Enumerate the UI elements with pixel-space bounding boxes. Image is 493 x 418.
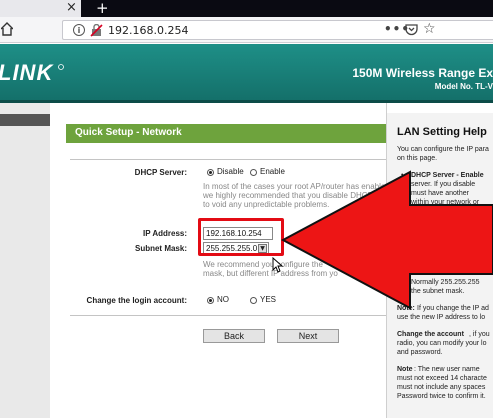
dhcp-enable-radio[interactable] [250, 169, 257, 176]
help-text: must not exceed 14 characte [397, 375, 487, 382]
dhcp-enable-label: Enable [260, 167, 285, 176]
divider [70, 159, 386, 160]
dhcp-hint-line: In most of the cases your root AP/router… [203, 182, 390, 191]
help-panel: LAN Setting Help You can configure the I… [386, 103, 493, 418]
help-text: configure the IP a [411, 208, 466, 215]
help-text: Change the account [397, 331, 464, 338]
next-button[interactable]: Next [277, 329, 339, 343]
left-menu [0, 103, 50, 418]
help-text: within your network or [411, 199, 480, 206]
mask-hint-line: We recommend you configure the [203, 260, 323, 269]
help-bullet: • [401, 172, 404, 179]
tab-strip: × + [0, 0, 493, 17]
help-text: Password twice to confirm it. [397, 393, 486, 400]
browser-tab[interactable]: × [0, 0, 81, 17]
highlight-box [198, 218, 284, 256]
help-text: , if you [469, 331, 490, 338]
help-text: Normally 255.255.255 [411, 279, 480, 286]
help-text: and password. [397, 349, 443, 356]
new-tab-button[interactable]: + [96, 0, 109, 16]
dhcp-disable-label: Disable [217, 167, 244, 176]
dhcp-label: DHCP Server: [134, 168, 187, 177]
back-button[interactable]: Back [203, 329, 265, 343]
help-title: LAN Setting Help [397, 126, 487, 138]
dhcp-hint-line: we highly recommended that you disable D… [203, 191, 373, 200]
login-no-label: NO [217, 295, 229, 304]
logo-mark-icon [58, 64, 64, 70]
pocket-icon[interactable] [405, 24, 418, 36]
help-text: : The new user name [414, 366, 480, 373]
section-header: Quick Setup - Network [66, 124, 386, 143]
help-text: must have another [411, 190, 469, 197]
subnet-mask-label: Subnet Mask: [134, 244, 187, 253]
screenshot: × + i 192.168.0.254 ••• ☆ LINK 150M Wire… [0, 0, 493, 418]
help-text: use the new IP address to lo [397, 314, 486, 321]
main-panel: Quick Setup - Network DHCP Server: Disab… [50, 103, 390, 418]
menu-item-selected[interactable] [0, 114, 50, 126]
login-no-radio[interactable] [207, 297, 214, 304]
help-text: determines the size [411, 270, 472, 277]
login-yes-label: YES [260, 295, 277, 304]
dhcp-hint-line: to void any unpredictable problems. [203, 200, 330, 209]
ip-address-label: IP Address: [142, 229, 187, 238]
bookmark-star-icon[interactable]: ☆ [423, 21, 436, 37]
section-title: Quick Setup - Network [75, 127, 182, 138]
insecure-lock-icon[interactable] [90, 24, 103, 37]
product-title: 150M Wireless Range Ex [352, 66, 493, 80]
help-text: If you change the IP ad [417, 305, 489, 312]
help-text: the subnet mask. [411, 288, 465, 295]
mouse-cursor-icon [272, 257, 284, 273]
help-text: radio, you can modify your lo [397, 340, 487, 347]
tp-link-logo: LINK [0, 60, 54, 85]
home-icon[interactable] [1, 22, 13, 36]
address-bar[interactable]: i 192.168.0.254 ••• ☆ [62, 20, 493, 40]
router-banner: LINK 150M Wireless Range Ex Model No. TL… [0, 44, 493, 100]
dhcp-disable-radio[interactable] [207, 169, 214, 176]
mask-hint-line: mask, but different IP address from yo [203, 269, 338, 278]
help-text: on this page. [397, 155, 438, 162]
help-text: Note [397, 366, 413, 373]
help-text: DHCP Server - Enable [411, 172, 484, 179]
divider [70, 315, 386, 316]
login-account-label: Change the login account: [86, 296, 187, 305]
info-icon[interactable]: i [73, 24, 85, 36]
help-text: You can configure the IP para [397, 146, 489, 153]
product-model: Model No. TL-V [434, 82, 493, 91]
help-text: must not include any spaces [397, 384, 486, 391]
navigation-bar: i 192.168.0.254 ••• ☆ [0, 17, 493, 43]
login-yes-radio[interactable] [250, 297, 257, 304]
help-text: server. If you disable [411, 181, 476, 188]
help-note-label: Note: [397, 305, 415, 312]
close-tab-icon[interactable]: × [66, 1, 77, 15]
url-text: 192.168.0.254 [108, 24, 189, 37]
